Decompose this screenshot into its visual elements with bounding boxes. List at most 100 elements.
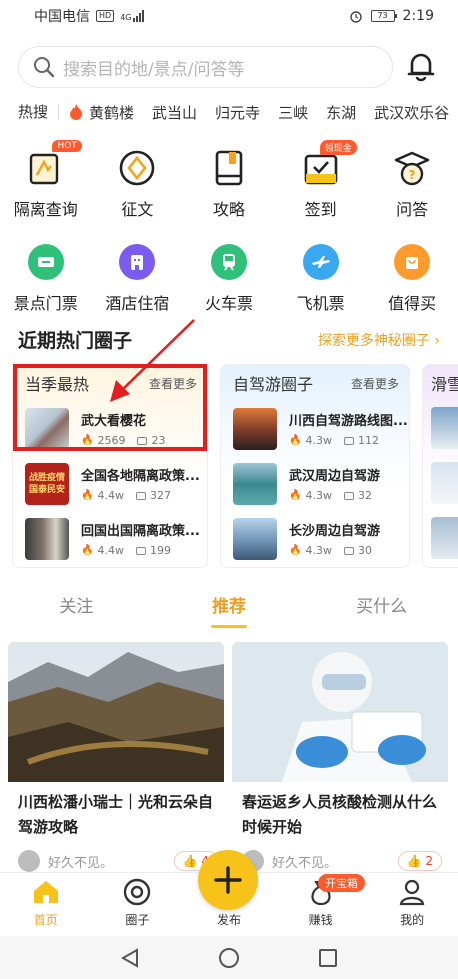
feed-card[interactable]: 川西松潘小瑞士｜光和云朵自驾游攻略 好久不见。 👍 4	[8, 642, 224, 872]
author-name: 好久不见。	[272, 855, 338, 871]
profile-icon	[399, 879, 425, 906]
bell-icon[interactable]	[406, 50, 436, 82]
grid-item-isolation-query[interactable]: HOT 隔离查询	[0, 140, 92, 220]
grid-item-plane[interactable]: 飞机票	[275, 240, 367, 314]
feed-card[interactable]: 春运返乡人员核酸检测从什么时候开始 好久不见。 👍 2	[232, 642, 448, 872]
hot-search-bar: 热搜 黄鹤楼 武当山 归元寺 三峡 东湖 武汉欢乐谷	[0, 96, 458, 128]
grid-item-essay[interactable]: 征文	[92, 146, 184, 220]
circle-row[interactable]: 战胜疫情 国泰民安 全国各地隔离政策... 🔥 4.4w 327	[13, 456, 207, 511]
hd-badge: HD	[96, 10, 115, 22]
fire-icon: 🔥	[289, 490, 302, 501]
sunset-mountain-thumb	[233, 407, 277, 450]
explore-more-link[interactable]: 探索更多神秘圈子 ›	[318, 330, 440, 350]
comment-icon	[343, 491, 354, 500]
grid-label: 飞机票	[296, 294, 345, 313]
hot-search-item[interactable]: 东湖	[317, 102, 365, 123]
nav-label: 我的	[400, 913, 425, 927]
circle-name: 回国出国隔离政策...	[81, 524, 200, 539]
tab-follow[interactable]: 关注	[0, 590, 153, 630]
circle-name: 长沙周边自驾游	[289, 524, 381, 539]
avatar[interactable]	[18, 850, 40, 872]
status-bar: 中国电信 HD 4G 73 2:19	[0, 0, 458, 32]
fire-icon: 🔥	[289, 435, 302, 446]
grid-item-guide[interactable]: 攻略	[183, 146, 275, 220]
hot-search-label: 热搜	[0, 104, 60, 120]
circle-icon	[124, 878, 151, 906]
fire-icon: 🔥	[289, 545, 302, 556]
search-placeholder: 搜索目的地/景点/问答等	[63, 59, 245, 80]
hot-search-item[interactable]: 三峡	[269, 102, 317, 123]
nav-label: 赚钱	[308, 913, 333, 927]
publish-button[interactable]	[198, 850, 258, 910]
quick-entry-row-1: HOT 隔离查询 征文 攻略 领现金 签到 ? 问答	[0, 140, 458, 220]
medical-worker-image	[232, 642, 448, 782]
nav-home[interactable]: 首页	[0, 873, 92, 932]
grid-item-checkin[interactable]: 领现金 签到	[275, 140, 367, 220]
home-circle-icon[interactable]	[218, 947, 240, 969]
ski-thumb	[431, 517, 458, 559]
qa-icon: ?	[394, 151, 430, 186]
search-input[interactable]: 搜索目的地/景点/问答等	[18, 46, 393, 88]
ski-thumb	[431, 407, 458, 449]
circle-name: 川西自驾游路线图...	[289, 414, 408, 429]
fire-icon: 🔥	[81, 545, 94, 556]
grid-item-qa[interactable]: ? 问答	[366, 146, 458, 220]
battery-icon: 73	[370, 10, 397, 22]
hotel-icon	[119, 244, 156, 280]
grid-label: 问答	[396, 200, 429, 219]
hot-search-item[interactable]: 黄鹤楼	[59, 102, 143, 123]
nav-mine[interactable]: 我的	[366, 873, 458, 932]
grid-label: 景点门票	[13, 294, 78, 313]
comment-icon	[343, 436, 354, 445]
nav-circle[interactable]: 圈子	[92, 873, 184, 932]
grid-label: 火车票	[204, 294, 253, 313]
circle-row[interactable]: 长沙周边自驾游 🔥 4.3w 30	[221, 511, 409, 566]
lake-thumb	[233, 462, 277, 505]
comment-icon	[135, 546, 146, 555]
grid-item-train[interactable]: 火车票	[183, 240, 275, 314]
feed-tabs: 关注 推荐 买什么	[0, 590, 458, 630]
hot-search-item[interactable]: 武汉欢乐谷	[365, 102, 458, 123]
plane-icon	[302, 244, 339, 280]
nav-label: 首页	[33, 913, 58, 927]
status-right: 73 2:19	[349, 8, 434, 24]
grid-label: 隔离查询	[13, 200, 78, 219]
comment-icon	[135, 491, 146, 500]
grid-item-ticket[interactable]: 景点门票	[0, 240, 92, 314]
grid-label: 酒店住宿	[105, 294, 170, 313]
plus-icon	[214, 866, 242, 894]
grid-label: 值得买	[388, 294, 437, 313]
see-more-link[interactable]: 查看更多	[351, 375, 399, 392]
carrier-group: 中国电信 HD 4G	[34, 6, 145, 26]
hot-search-item[interactable]: 归元寺	[206, 102, 269, 123]
circle-card-self-drive[interactable]: 自驾游圈子 查看更多 川西自驾游路线图... 🔥 4.3w 112 武汉周边自驾游 …	[220, 364, 410, 568]
isolation-query-icon	[29, 153, 58, 185]
ticket-icon	[27, 244, 64, 280]
heat-count: 4.4w	[97, 544, 124, 557]
feed-title: 川西松潘小瑞士｜光和云朵自驾游攻略	[18, 793, 214, 836]
thumbs-up-icon: 👍	[182, 854, 198, 868]
heat-count: 4.3w	[305, 544, 332, 557]
fire-icon	[70, 104, 83, 120]
grid-item-shopping[interactable]: 值得买	[366, 240, 458, 314]
nav-label: 发布	[216, 913, 241, 927]
feed-title: 春运返乡人员核酸检测从什么时候开始	[242, 793, 438, 836]
svg-text:?: ?	[409, 168, 416, 182]
back-icon[interactable]	[119, 947, 141, 969]
system-nav-bar	[0, 936, 458, 979]
city-skyline-thumb	[233, 517, 277, 560]
like-button[interactable]: 👍 2	[397, 851, 442, 871]
train-icon	[210, 244, 247, 280]
tab-recommend[interactable]: 推荐	[153, 590, 306, 630]
circle-row[interactable]: 武汉周边自驾游 🔥 4.3w 32	[221, 456, 409, 511]
epidemic-poster-thumb: 战胜疫情 国泰民安	[25, 462, 69, 505]
grid-item-hotel[interactable]: 酒店住宿	[92, 240, 184, 314]
circle-card-ski[interactable]: 滑雪	[422, 364, 458, 568]
hot-search-item[interactable]: 武当山	[143, 102, 206, 123]
tab-what-to-buy[interactable]: 买什么	[305, 590, 458, 630]
circle-name: 武汉周边自驾游	[289, 469, 381, 484]
circle-row[interactable]: 川西自驾游路线图... 🔥 4.3w 112	[221, 401, 409, 456]
recents-icon[interactable]	[317, 947, 339, 969]
circle-row[interactable]: 回国出国隔离政策... 🔥 4.4w 199	[13, 511, 207, 566]
heat-count: 4.3w	[305, 434, 332, 447]
